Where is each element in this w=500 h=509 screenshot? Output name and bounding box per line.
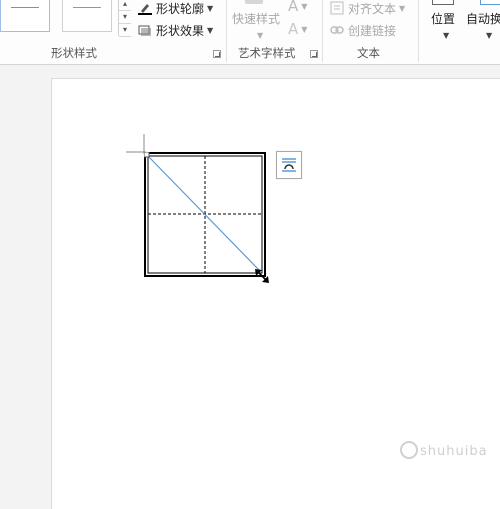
chevron-down-icon: ▼: [301, 24, 308, 34]
group-divider: [322, 0, 323, 62]
wrap-text-icon: [480, 0, 500, 5]
selected-shape-box[interactable]: [144, 152, 266, 277]
wordart-styles-group-label: 艺术字样式: [238, 46, 296, 60]
align-text-icon: [330, 1, 344, 15]
quick-styles-label: 快速样式: [232, 11, 281, 26]
gallery-more-button[interactable]: ▾: [119, 24, 131, 37]
position-button[interactable]: 位置: [431, 9, 455, 27]
chevron-down-icon: ▼: [399, 3, 406, 13]
pen-icon: [138, 1, 152, 15]
group-divider: [418, 0, 419, 62]
ribbon: ▴ ▾ ▾ 形状轮廓 ▼ 形状效果 ▼ 形状样式 快速样式 ▼ A ▼ A ▼ …: [0, 0, 500, 65]
create-link-label: 创建链接: [348, 23, 397, 38]
text-fill-icon: A: [288, 0, 299, 15]
quick-styles-dropdown[interactable]: ▼: [254, 26, 263, 44]
align-text-button[interactable]: 对齐文本 ▼: [330, 0, 405, 17]
position-label: 位置: [431, 11, 456, 26]
chevron-down-icon: ▼: [257, 30, 264, 40]
shape-outline-button[interactable]: 形状轮廓 ▼: [138, 0, 213, 17]
shape-style-swatch-1[interactable]: [0, 0, 50, 32]
align-text-label: 对齐文本: [348, 1, 397, 16]
shape-effects-button[interactable]: 形状效果 ▼: [138, 21, 213, 39]
watermark-text: shuhuiba: [420, 444, 488, 459]
chevron-down-icon: ▼: [207, 25, 214, 35]
layout-options-button[interactable]: [276, 151, 302, 179]
diagonal-line[interactable]: [146, 154, 261, 272]
layout-options-icon: [282, 158, 296, 172]
gallery-scroll-down[interactable]: ▾: [119, 11, 131, 24]
text-group-label: 文本: [357, 46, 380, 60]
gallery-scroll[interactable]: ▴ ▾ ▾: [118, 0, 131, 37]
shape-effects-label: 形状效果: [156, 23, 205, 38]
chevron-down-icon: ▼: [207, 3, 214, 13]
text-outline-button[interactable]: A ▼: [288, 20, 307, 38]
gallery-scroll-up[interactable]: ▴: [119, 0, 131, 11]
selection-handle-top-left[interactable]: [144, 152, 150, 158]
swatch-line: [11, 7, 39, 8]
watermark-logo: [400, 441, 418, 459]
shape-outline-label: 形状轮廓: [156, 1, 205, 16]
resize-cursor-icon[interactable]: [253, 267, 271, 285]
wrap-text-dropdown[interactable]: ▼: [483, 26, 492, 44]
text-fill-button[interactable]: A ▼: [288, 0, 307, 15]
shape-styles-group-label: 形状样式: [51, 46, 97, 60]
position-icon: [432, 0, 454, 5]
shape-styles-dialog-launcher[interactable]: [213, 50, 221, 58]
quick-styles-icon: [245, 0, 263, 4]
wrap-text-button[interactable]: 自动换: [466, 9, 500, 27]
shape-effects-icon: [138, 23, 152, 37]
group-divider: [226, 0, 227, 62]
chevron-down-icon: ▼: [443, 30, 450, 40]
chevron-down-icon: ▼: [486, 30, 493, 40]
wordart-dialog-launcher[interactable]: [310, 50, 318, 58]
position-dropdown[interactable]: ▼: [440, 26, 449, 44]
quick-styles-button[interactable]: 快速样式: [232, 9, 280, 27]
text-outline-icon: A: [288, 20, 299, 38]
link-icon: [330, 23, 344, 37]
swatch-line: [73, 7, 101, 8]
wrap-text-label: 自动换: [466, 11, 500, 26]
shape-style-swatch-2[interactable]: [62, 0, 112, 32]
chevron-down-icon: ▼: [301, 1, 308, 11]
create-link-button[interactable]: 创建链接: [330, 21, 396, 39]
